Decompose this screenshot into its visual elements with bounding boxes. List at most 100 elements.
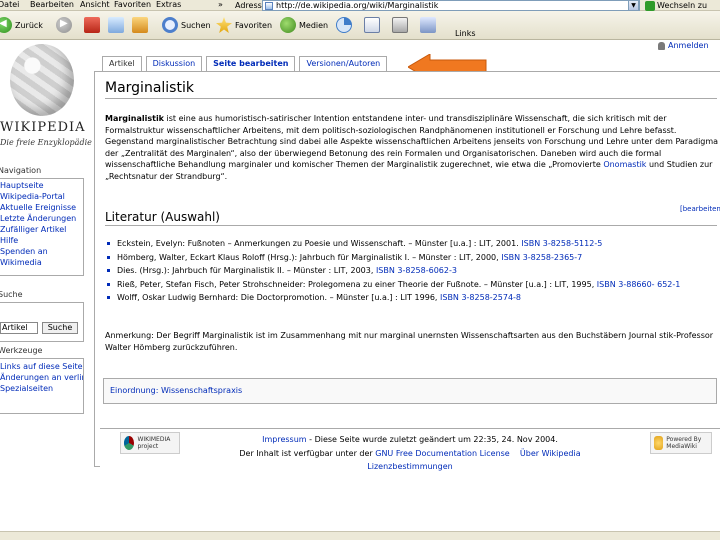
favorites-star-icon xyxy=(216,17,232,33)
toolbar: Zurück Suchen Favoriten Medien Links xyxy=(0,11,720,40)
tab-versionen[interactable]: Versionen/Autoren xyxy=(299,56,388,71)
logo-wordmark: WIKIPEDIA xyxy=(0,120,86,135)
search-label: Suchen xyxy=(181,20,211,30)
sidebar-item-aktuelle-ereignisse[interactable]: Aktuelle Ereignisse xyxy=(0,202,83,213)
sidebar-item-portal[interactable]: Wikipedia-Portal xyxy=(0,191,83,202)
article-intro: Marginalistik ist eine aus humoristisch-… xyxy=(105,113,719,182)
favorites-button[interactable]: Favoriten xyxy=(216,14,272,36)
about-wikipedia-link[interactable]: Über Wikipedia xyxy=(520,449,581,458)
links-label[interactable]: Links xyxy=(455,29,476,38)
mediawiki-badge[interactable]: Powered By MediaWiki xyxy=(650,432,712,454)
logo-motto: Die freie Enzyklopädie xyxy=(0,138,92,147)
sidebar-item-spenden[interactable]: Spenden an xyxy=(0,246,83,257)
puzzle-globe-icon xyxy=(10,44,74,116)
menu-more-chevron[interactable]: » xyxy=(218,0,223,10)
sidebar-item-spezialseiten[interactable]: Spezialseiten xyxy=(0,383,83,394)
sidebar-item-verlinkte-aenderungen[interactable]: Änderungen an verlinkten Seiten xyxy=(0,372,83,383)
sidebar-item-hauptseite[interactable]: Hauptseite xyxy=(0,180,83,191)
edit-section-link[interactable]: [bearbeiten] xyxy=(680,205,720,213)
menu-extras[interactable]: Extras xyxy=(156,0,181,10)
menu-bar: Datei Bearbeiten Ansicht Favoriten Extra… xyxy=(0,0,720,11)
navigation-box: Hauptseite Wikipedia-Portal Aktuelle Ere… xyxy=(0,178,84,276)
login-label: Anmelden xyxy=(668,41,709,50)
sidebar-item-zufaelliger-artikel[interactable]: Zufälliger Artikel xyxy=(0,224,83,235)
refresh-button[interactable] xyxy=(108,14,124,36)
sidebar-item-letzte-aenderungen[interactable]: Letzte Änderungen xyxy=(0,213,83,224)
search-icon xyxy=(162,17,178,33)
favorites-label: Favoriten xyxy=(235,20,273,30)
menu-datei[interactable]: Datei xyxy=(0,0,19,10)
mail-button[interactable] xyxy=(364,14,380,36)
lit-text: Dies. (Hrsg.): Jahrbuch für Marginalisti… xyxy=(117,266,374,275)
login-link[interactable]: Anmelden xyxy=(658,41,709,50)
categories-label[interactable]: Einordnung: xyxy=(110,386,158,395)
lit-text: Hömberg, Walter, Eckart Klaus Roloff (Hr… xyxy=(117,252,499,262)
sidebar-search-button[interactable]: Suche xyxy=(42,322,78,334)
tab-artikel[interactable]: Artikel xyxy=(102,56,142,71)
list-item: Dies. (Hrsg.): Jahrbuch für Marginalisti… xyxy=(105,265,717,277)
back-button[interactable]: Zurück xyxy=(0,14,43,36)
go-arrow-icon xyxy=(645,0,655,11)
address-dropdown-button[interactable]: ▼ xyxy=(628,0,639,11)
print-button[interactable] xyxy=(392,14,408,36)
page-title: Marginalistik xyxy=(105,80,194,96)
stop-button[interactable] xyxy=(84,14,100,36)
tools-heading: Werkzeuge xyxy=(0,346,43,355)
footer-line-1: Impressum - Diese Seite wurde zuletzt ge… xyxy=(100,435,720,445)
address-url[interactable]: http://de.wikipedia.org/wiki/Marginalist… xyxy=(276,1,438,10)
sidebar-go-button[interactable]: Artikel xyxy=(0,322,38,334)
forward-arrow-icon xyxy=(56,17,72,33)
sidebar-item-hilfe[interactable]: Hilfe xyxy=(0,235,83,246)
search-button[interactable]: Suchen xyxy=(162,14,211,36)
list-item: Eckstein, Evelyn: Fußnoten – Anmerkungen… xyxy=(105,238,717,250)
navigation-heading: Navigation xyxy=(0,166,42,175)
stop-icon xyxy=(84,17,100,33)
menu-bearbeiten[interactable]: Bearbeiten xyxy=(30,0,74,10)
literature-heading: Literatur (Auswahl) xyxy=(105,210,220,224)
isbn-link[interactable]: ISBN 3-8258-2574-8 xyxy=(440,293,521,302)
back-label: Zurück xyxy=(15,20,43,30)
status-bar xyxy=(0,531,720,540)
forward-button[interactable] xyxy=(56,14,72,36)
page-footer: WIKIMEDIA project Impressum - Diese Seit… xyxy=(100,428,720,484)
isbn-link-continued[interactable]: 652-1 xyxy=(657,280,680,289)
printer-icon xyxy=(392,17,408,33)
menu-ansicht[interactable]: Ansicht xyxy=(80,0,110,10)
onomastik-link[interactable]: Onomastik xyxy=(603,160,646,169)
sidebar-item-wikimedia[interactable]: Wikimedia xyxy=(0,257,83,268)
edit-icon xyxy=(420,17,436,33)
isbn-link[interactable]: ISBN 3-8258-2365-7 xyxy=(501,253,582,262)
menu-favoriten[interactable]: Favoriten xyxy=(114,0,151,10)
edit-button[interactable] xyxy=(420,14,436,36)
tab-seite-bearbeiten[interactable]: Seite bearbeiten xyxy=(206,56,296,71)
lit-text: Wolff, Oskar Ludwig Bernhard: Die Doctor… xyxy=(117,293,438,302)
footer-line-3: Lizenzbestimmungen xyxy=(100,462,720,472)
refresh-icon xyxy=(108,17,124,33)
intro-term: Marginalistik xyxy=(105,114,164,123)
history-button[interactable] xyxy=(336,14,352,36)
isbn-link[interactable]: ISBN 3-8258-6062-3 xyxy=(376,266,457,275)
isbn-link[interactable]: ISBN 3-88660- xyxy=(597,280,655,289)
sidebar-item-links-hierher[interactable]: Links auf diese Seite xyxy=(0,361,83,372)
page-icon xyxy=(265,1,273,10)
home-button[interactable] xyxy=(132,14,148,36)
gfdl-link[interactable]: GNU Free Documentation License xyxy=(375,449,509,458)
license-terms-link[interactable]: Lizenzbestimmungen xyxy=(367,462,452,471)
isbn-link[interactable]: ISBN 3-8258-5112-5 xyxy=(521,239,602,248)
lit-text: Eckstein, Evelyn: Fußnoten – Anmerkungen… xyxy=(117,239,519,248)
impressum-link[interactable]: Impressum xyxy=(262,435,306,444)
tab-diskussion[interactable]: Diskussion xyxy=(145,56,203,71)
page-tabs: Artikel Diskussion Seite bearbeiten Vers… xyxy=(102,56,388,71)
category-link[interactable]: Wissenschaftspraxis xyxy=(161,386,242,395)
article-content: Marginalistik Marginalistik ist eine aus… xyxy=(94,71,720,467)
footer-line-2: Der Inhalt ist verfügbar unter der GNU F… xyxy=(100,449,720,459)
address-bar[interactable]: http://de.wikipedia.org/wiki/Marginalist… xyxy=(262,0,640,11)
media-button[interactable]: Medien xyxy=(280,14,328,36)
category-links: Einordnung: Wissenschaftspraxis xyxy=(103,378,717,404)
list-item: Rieß, Peter, Stefan Fisch, Peter Strohsc… xyxy=(105,279,717,291)
wikipedia-logo[interactable]: WIKIPEDIA Die freie Enzyklopädie xyxy=(0,42,92,152)
user-icon xyxy=(658,41,665,50)
go-button[interactable]: Wechseln zu xyxy=(645,0,707,11)
literature-list: Eckstein, Evelyn: Fußnoten – Anmerkungen… xyxy=(105,238,717,306)
list-item: Hömberg, Walter, Eckart Klaus Roloff (Hr… xyxy=(105,252,717,264)
